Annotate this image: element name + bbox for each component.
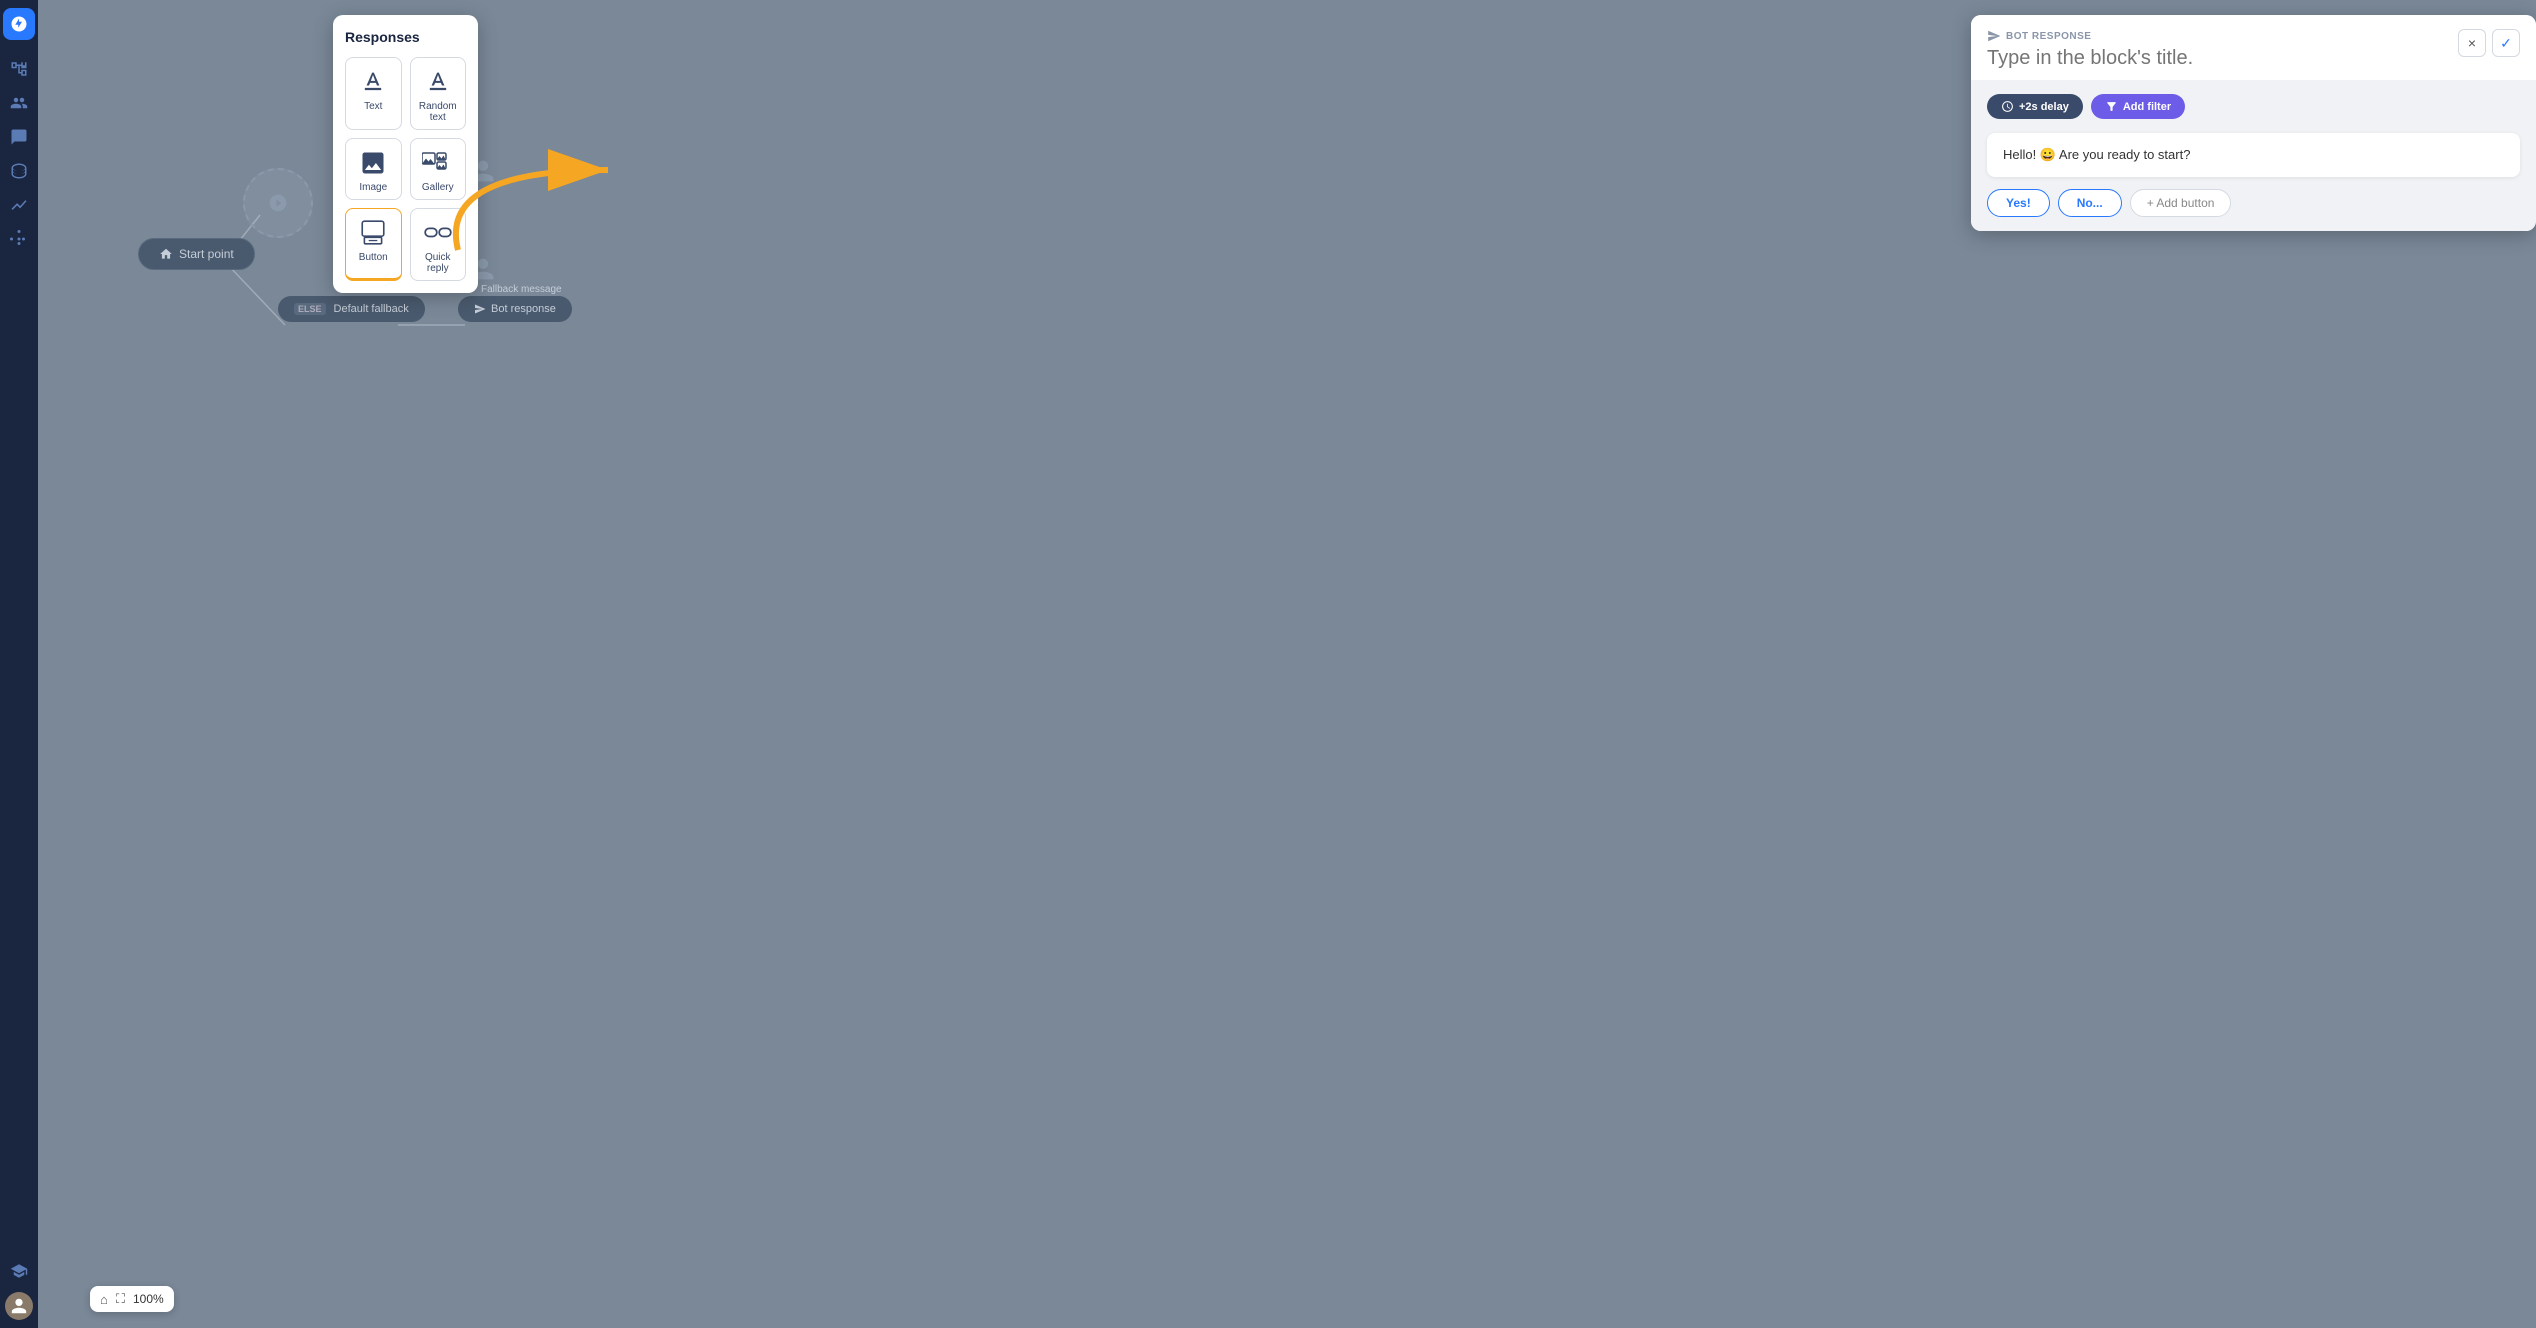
button-type-icon — [360, 219, 386, 247]
users-icon[interactable] — [4, 88, 34, 118]
bot-label: BOT RESPONSE — [1987, 29, 2367, 43]
delay-button[interactable]: +2s delay — [1987, 94, 2083, 119]
text-item-label: Text — [364, 101, 382, 112]
image-item-label: Image — [359, 182, 387, 193]
zoom-controls: ⌂ ⛶ 100% — [90, 1286, 174, 1312]
response-item-button[interactable]: Button — [345, 208, 402, 281]
bot-panel-body: +2s delay Add filter Hello! 😀 Are you re… — [1971, 80, 2536, 231]
else-badge: ELSE — [294, 303, 326, 315]
response-item-quick-reply[interactable]: Quick reply — [410, 208, 467, 281]
bot-response-canvas-node[interactable]: Bot response — [458, 296, 572, 322]
responses-panel: Responses Text Random text I — [333, 15, 478, 293]
zoom-level: 100% — [133, 1292, 164, 1306]
delay-filter-row: +2s delay Add filter — [1987, 94, 2520, 119]
bot-panel-actions: × ✓ — [2458, 29, 2520, 57]
responses-title: Responses — [345, 29, 466, 45]
bot-response-label: BOT RESPONSE — [2006, 31, 2091, 42]
message-bubble[interactable]: Hello! 😀 Are you ready to start? — [1987, 133, 2520, 177]
fullscreen-icon[interactable]: ⛶ — [116, 1291, 125, 1307]
random-text-type-icon — [424, 68, 452, 96]
response-item-text[interactable]: Text — [345, 57, 402, 130]
quick-reply-type-icon — [424, 219, 452, 247]
close-icon: × — [2468, 35, 2476, 51]
response-item-random-text[interactable]: Random text — [410, 57, 467, 130]
image-type-icon — [359, 149, 387, 177]
bot-title-input[interactable] — [1987, 47, 2367, 70]
bot-response-panel: BOT RESPONSE × ✓ +2s delay — [1971, 15, 2536, 231]
graduation-icon[interactable] — [4, 1256, 34, 1286]
default-fallback-label: Default fallback — [334, 303, 409, 315]
logo[interactable] — [3, 8, 35, 40]
response-item-image[interactable]: Image — [345, 138, 402, 200]
database-icon[interactable] — [4, 156, 34, 186]
check-icon: ✓ — [2500, 35, 2512, 52]
filter-label: Add filter — [2123, 101, 2171, 113]
avatar[interactable] — [5, 1292, 33, 1320]
responses-grid: Text Random text Image — [345, 57, 466, 281]
fallback-label: Fallback message — [481, 284, 562, 295]
no-button[interactable]: No... — [2058, 189, 2122, 217]
quick-reply-item-label: Quick reply — [417, 252, 460, 274]
random-text-item-label: Random text — [417, 101, 460, 123]
canvas[interactable]: Start point Fallback message ELSE Defaul… — [38, 0, 2536, 1328]
text-type-icon — [359, 68, 387, 96]
analytics-icon[interactable] — [4, 190, 34, 220]
sidebar — [0, 0, 38, 1328]
gallery-type-icon — [422, 149, 454, 177]
start-point-node[interactable]: Start point — [138, 238, 255, 270]
confirm-panel-button[interactable]: ✓ — [2492, 29, 2520, 57]
button-item-label: Button — [359, 252, 388, 263]
bot-response-canvas-label: Bot response — [491, 303, 556, 315]
yes-button[interactable]: Yes! — [1987, 189, 2050, 217]
reply-buttons-row: Yes! No... + Add button — [1987, 189, 2520, 217]
start-point-label: Start point — [179, 247, 234, 261]
dashed-circle-node[interactable] — [243, 168, 313, 238]
gallery-item-label: Gallery — [422, 182, 454, 193]
hierarchy-icon[interactable] — [4, 54, 34, 84]
bot-panel-header-left: BOT RESPONSE — [1987, 29, 2367, 70]
add-button[interactable]: + Add button — [2130, 189, 2232, 217]
home-icon[interactable]: ⌂ — [100, 1292, 108, 1307]
filter-button[interactable]: Add filter — [2091, 94, 2185, 119]
close-panel-button[interactable]: × — [2458, 29, 2486, 57]
response-item-gallery[interactable]: Gallery — [410, 138, 467, 200]
integrations-icon[interactable] — [4, 224, 34, 254]
chat-icon[interactable] — [4, 122, 34, 152]
bot-panel-header: BOT RESPONSE × ✓ — [1971, 15, 2536, 80]
delay-label: +2s delay — [2019, 101, 2069, 113]
default-fallback-node[interactable]: ELSE Default fallback — [278, 296, 425, 322]
